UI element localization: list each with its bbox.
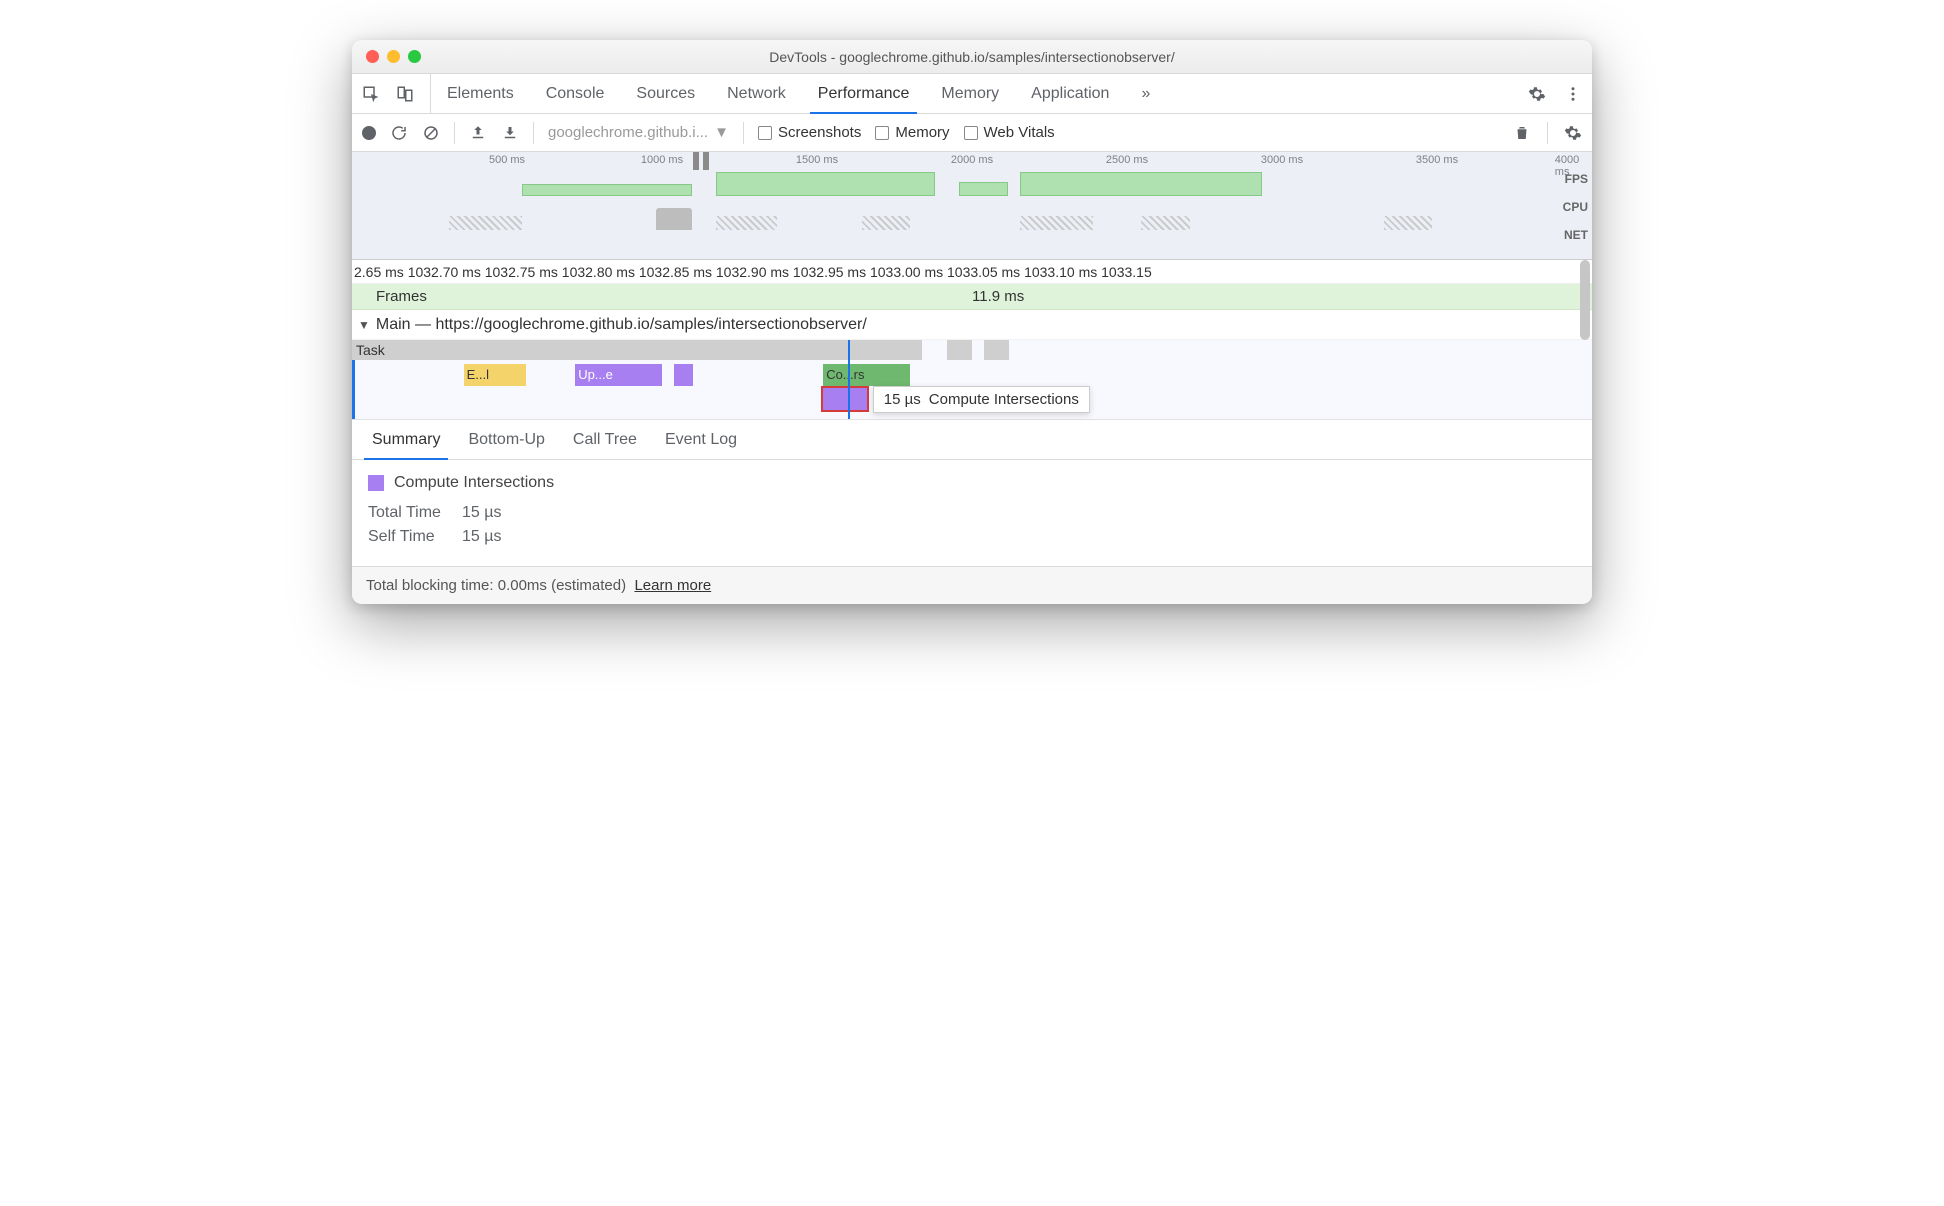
devtools-window: DevTools - googlechrome.github.io/sample… xyxy=(352,40,1592,604)
more-icon[interactable] xyxy=(1564,85,1582,103)
flame-chart[interactable]: 2.65 ms 1032.70 ms 1032.75 ms 1032.80 ms… xyxy=(352,260,1592,420)
inspect-icon[interactable] xyxy=(362,85,380,103)
dtab-bottomup[interactable]: Bottom-Up xyxy=(456,420,556,459)
footer-bar: Total blocking time: 0.00ms (estimated) … xyxy=(352,566,1592,604)
upload-icon[interactable] xyxy=(469,124,487,142)
main-thread-header[interactable]: ▼ Main — https://googlechrome.github.io/… xyxy=(352,310,1592,340)
dtab-summary[interactable]: Summary xyxy=(360,420,452,459)
cpu-track xyxy=(352,200,1566,230)
titlebar: DevTools - googlechrome.github.io/sample… xyxy=(352,40,1592,74)
flame-block-co[interactable]: Co...rs xyxy=(823,364,910,386)
screenshots-toggle[interactable]: Screenshots xyxy=(758,124,861,141)
trash-icon[interactable] xyxy=(1513,124,1531,142)
minimize-icon[interactable] xyxy=(387,50,400,63)
flame-block-up[interactable]: Up...e xyxy=(575,364,662,386)
device-toggle-icon[interactable] xyxy=(396,85,414,103)
learn-more-link[interactable]: Learn more xyxy=(634,577,711,594)
tab-performance[interactable]: Performance xyxy=(802,74,926,113)
summary-color-swatch xyxy=(368,475,384,491)
overview-handle-left[interactable] xyxy=(693,152,699,170)
tab-overflow[interactable]: » xyxy=(1125,74,1166,113)
download-icon[interactable] xyxy=(501,124,519,142)
window-controls xyxy=(352,50,421,63)
zoom-icon[interactable] xyxy=(408,50,421,63)
performance-toolbar: googlechrome.github.i... ▼ Screenshots M… xyxy=(352,114,1592,152)
tab-console[interactable]: Console xyxy=(530,74,621,113)
tab-application[interactable]: Application xyxy=(1015,74,1125,113)
reload-icon[interactable] xyxy=(390,124,408,142)
capture-settings-icon[interactable] xyxy=(1564,124,1582,142)
collapse-icon[interactable]: ▼ xyxy=(358,318,370,332)
record-button[interactable] xyxy=(362,126,376,140)
memory-toggle[interactable]: Memory xyxy=(875,124,949,141)
summary-panel: Compute Intersections Total Time 15 µs S… xyxy=(352,460,1592,566)
playhead[interactable] xyxy=(848,340,850,419)
dtab-eventlog[interactable]: Event Log xyxy=(653,420,749,459)
chevron-down-icon: ▼ xyxy=(714,124,729,141)
flame-ruler: 2.65 ms 1032.70 ms 1032.75 ms 1032.80 ms… xyxy=(352,260,1592,284)
flame-tooltip: 15 µsCompute Intersections xyxy=(873,386,1090,413)
summary-self-time: 15 µs xyxy=(462,528,501,546)
dtab-calltree[interactable]: Call Tree xyxy=(561,420,649,459)
flame-block-e[interactable]: E...l xyxy=(464,364,526,386)
webvitals-toggle[interactable]: Web Vitals xyxy=(964,124,1055,141)
overview-handle-right[interactable] xyxy=(703,152,709,170)
panel-tabbar: Elements Console Sources Network Perform… xyxy=(352,74,1592,114)
close-icon[interactable] xyxy=(366,50,379,63)
flame-block-selected[interactable] xyxy=(823,388,866,410)
tab-elements[interactable]: Elements xyxy=(431,74,530,113)
detail-tabbar: Summary Bottom-Up Call Tree Event Log xyxy=(352,420,1592,460)
settings-icon[interactable] xyxy=(1528,85,1546,103)
page-select-label: googlechrome.github.i... xyxy=(548,124,708,141)
window-title: DevTools - googlechrome.github.io/sample… xyxy=(352,49,1592,65)
frames-track[interactable]: Frames 11.9 ms xyxy=(352,284,1592,310)
summary-total-time: 15 µs xyxy=(462,504,501,522)
tab-memory[interactable]: Memory xyxy=(925,74,1015,113)
main-thread-tracks[interactable]: Task E...l Up...e Co...rs 15 µsCompute I… xyxy=(352,340,1592,420)
flame-scrollbar[interactable] xyxy=(1580,260,1590,340)
clear-icon[interactable] xyxy=(422,124,440,142)
tab-sources[interactable]: Sources xyxy=(620,74,711,113)
overview-pane[interactable]: 500 ms 1000 ms 1500 ms 2000 ms 2500 ms 3… xyxy=(352,152,1592,260)
tab-network[interactable]: Network xyxy=(711,74,802,113)
summary-event-name: Compute Intersections xyxy=(394,474,554,492)
page-select[interactable]: googlechrome.github.i... ▼ xyxy=(548,124,729,141)
fps-track xyxy=(352,172,1566,196)
blocking-time-text: Total blocking time: 0.00ms (estimated) xyxy=(366,577,626,594)
flame-task[interactable]: Task xyxy=(352,340,922,360)
